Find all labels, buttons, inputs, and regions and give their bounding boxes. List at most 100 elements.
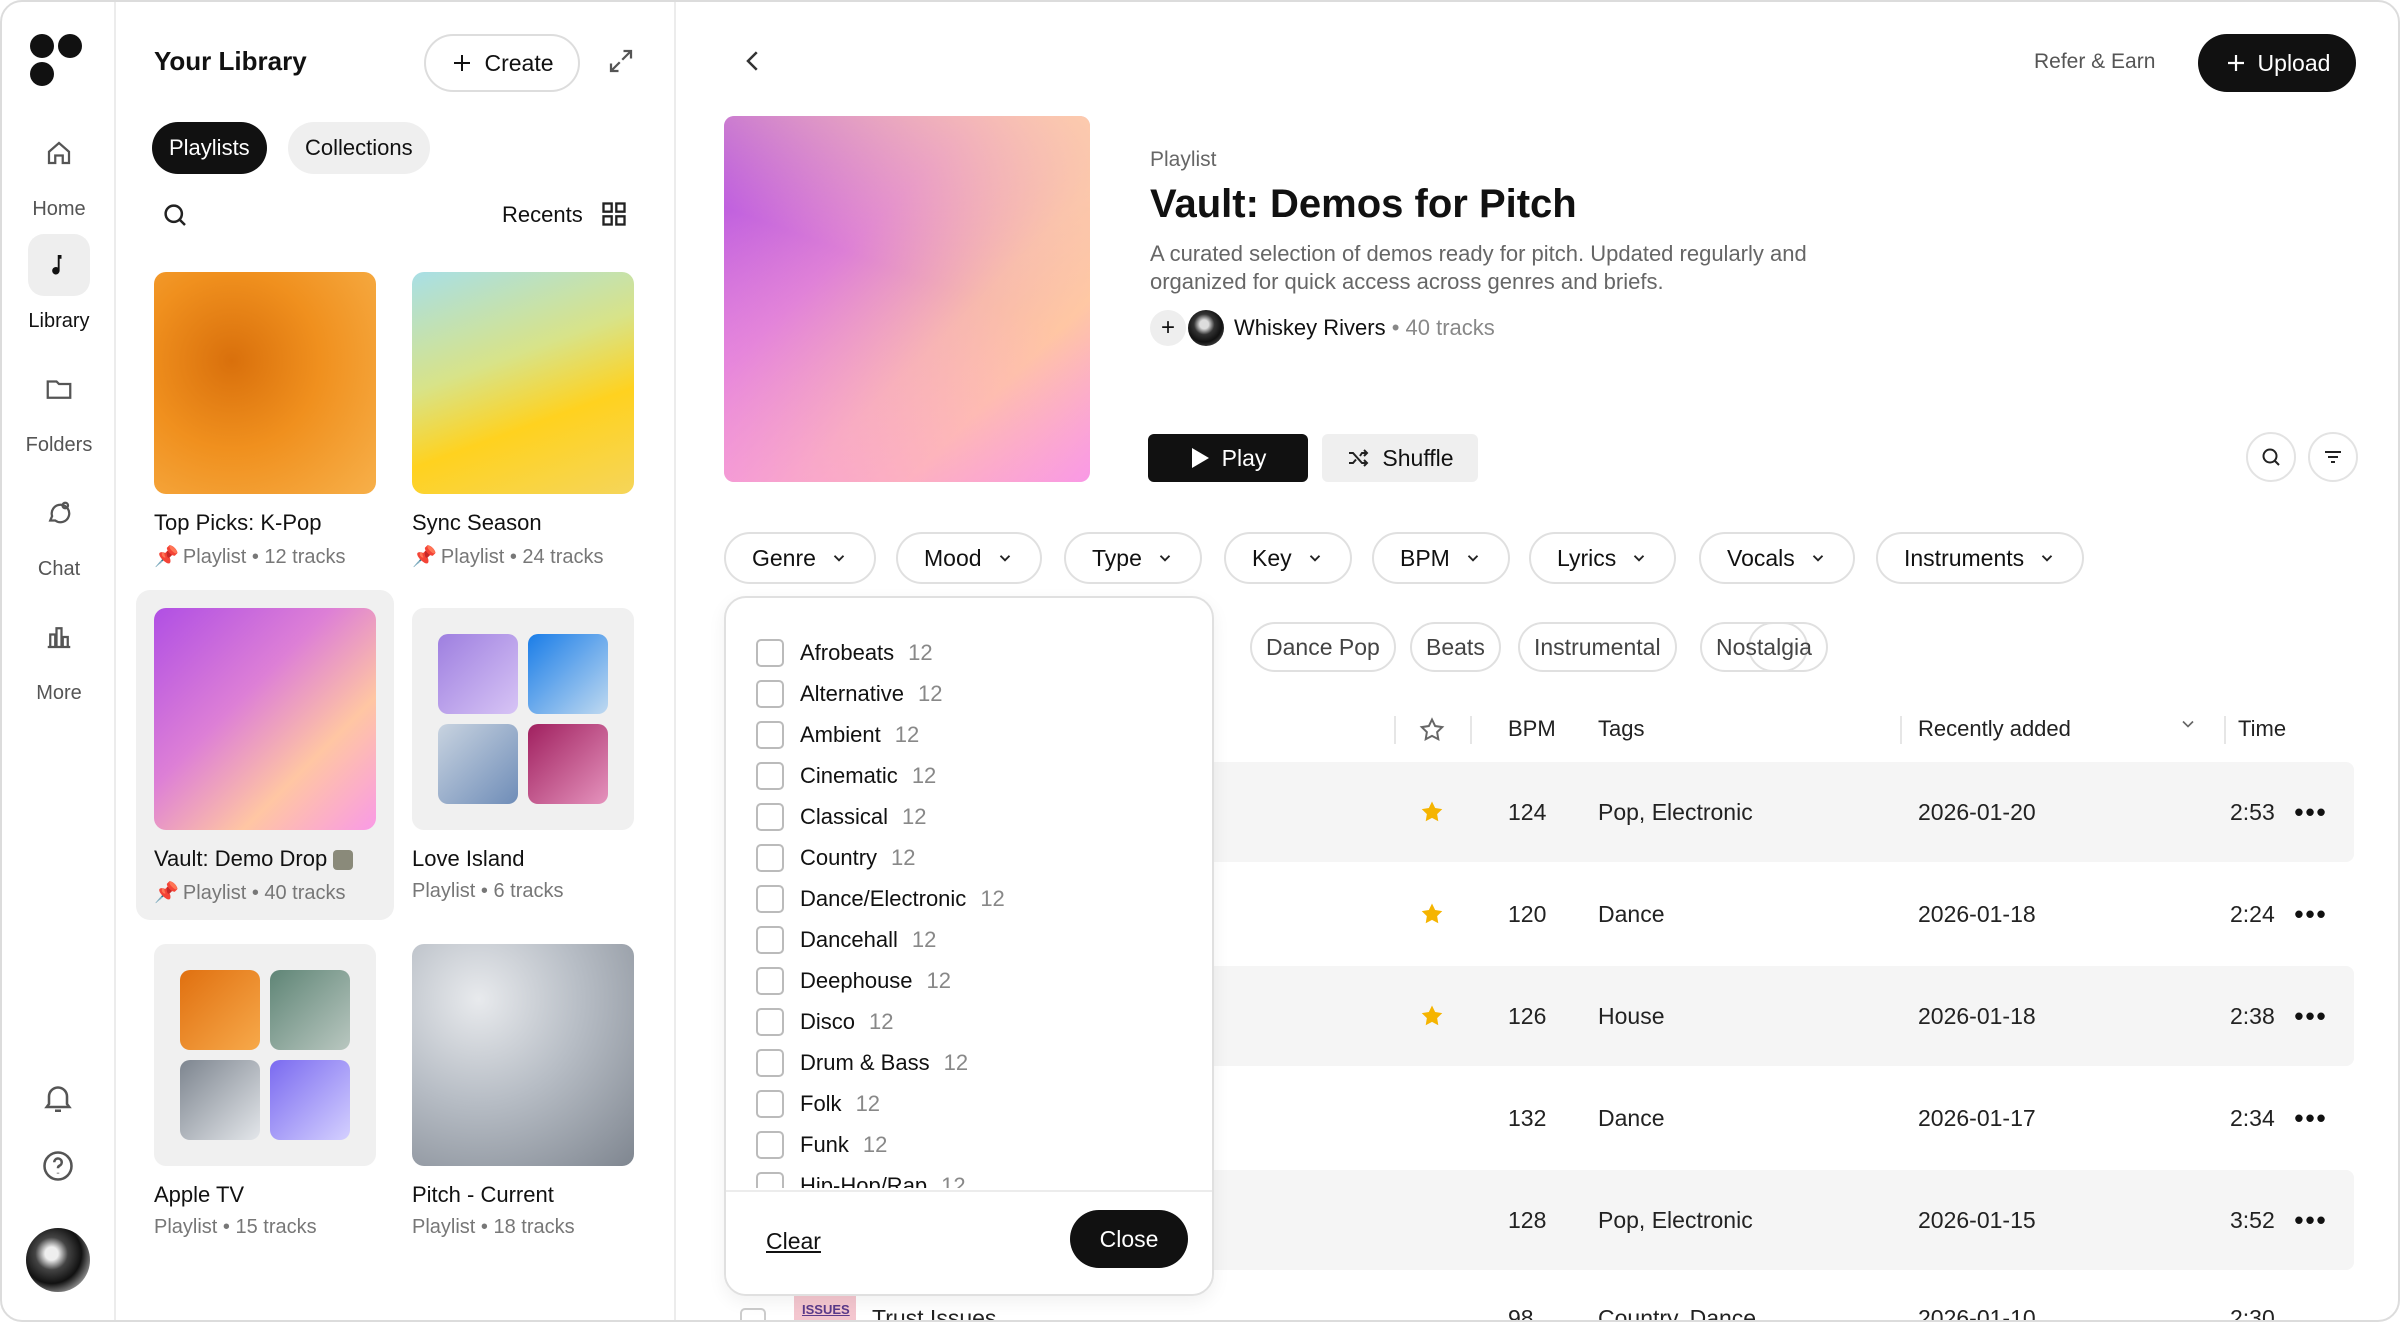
rail-item-more[interactable]: More [2,606,116,705]
more-options-icon[interactable]: ••• [2294,966,2326,1066]
cell-added: 2026-01-18 [1918,900,2036,927]
tab-collections[interactable]: Collections [288,122,430,174]
genre-option[interactable]: Deephouse 12 [756,960,951,1001]
star-filled-icon[interactable] [1418,966,1446,1066]
bell-icon[interactable] [40,1080,76,1116]
refer-earn-link[interactable]: Refer & Earn [2034,50,2155,74]
checkbox[interactable] [756,638,784,667]
more-options-icon[interactable]: ••• [2294,762,2326,862]
rail-item-label: Library [28,310,90,332]
bar-chart-icon [28,606,90,668]
back-chevron-icon[interactable] [738,46,768,76]
filter-genre[interactable]: Genre [724,532,876,584]
shuffle-button[interactable]: Shuffle [1322,434,1478,482]
checkbox[interactable] [756,1048,784,1077]
tab-playlists[interactable]: Playlists [152,122,267,174]
checkbox[interactable] [756,966,784,995]
star-filled-icon[interactable] [1418,762,1446,862]
column-header-bpm[interactable]: BPM [1508,716,1556,742]
tag-pill[interactable]: Beats [1410,622,1501,672]
grid-view-icon[interactable] [600,200,628,228]
genre-option[interactable]: Afrobeats 12 [756,632,933,673]
genre-option[interactable]: Funk 12 [756,1124,887,1165]
sort-recents[interactable]: Recents [502,202,583,228]
tag-pill[interactable]: Dance Pop [1250,622,1396,672]
upload-button[interactable]: Upload [2198,34,2356,92]
option-count: 12 [902,803,927,829]
playlist-card[interactable]: Love Island Playlist • 6 tracks [394,590,652,920]
checkbox[interactable] [756,720,784,749]
genre-option[interactable]: Hip-Hop/Rap 12 [756,1165,966,1188]
column-header-time[interactable]: Time [2238,716,2286,742]
genre-option[interactable]: Alternative 12 [756,673,942,714]
help-icon[interactable] [40,1148,76,1184]
playlist-card-selected[interactable]: Vault: Demo Drop 📌 Playlist • 40 tracks [136,590,394,920]
genre-option[interactable]: Disco 12 [756,1001,894,1042]
create-button[interactable]: Create [424,34,580,92]
column-header-recently-added[interactable]: Recently added [1918,716,2071,742]
more-options-icon[interactable]: ••• [2294,864,2326,964]
filter-type[interactable]: Type [1064,532,1202,584]
playlist-cover [154,608,376,830]
checkbox[interactable] [756,802,784,831]
search-icon[interactable] [160,200,190,230]
checkbox[interactable] [756,843,784,872]
tag-pill[interactable]: Nostalgia [1700,622,1828,672]
genre-option[interactable]: Folk 12 [756,1083,880,1124]
clear-button[interactable]: Clear [766,1228,821,1255]
genre-option[interactable]: Dance/Electronic 12 [756,878,1005,919]
app-logo[interactable] [30,32,86,88]
add-collaborator-icon[interactable]: + [1150,310,1186,346]
owner-name[interactable]: Whiskey Rivers [1234,315,1386,341]
filter-button[interactable] [2308,432,2358,482]
expand-icon[interactable] [606,46,636,76]
filter-key[interactable]: Key [1224,532,1352,584]
genre-option[interactable]: Drum & Bass 12 [756,1042,968,1083]
playlist-card[interactable]: Top Picks: K-Pop 📌 Playlist • 12 tracks [136,254,394,584]
filter-lyrics[interactable]: Lyrics [1529,532,1677,584]
cell-added: 2026-01-18 [1918,1002,2036,1029]
home-icon [28,122,90,184]
play-button[interactable]: Play [1148,434,1308,482]
genre-option[interactable]: Dancehall 12 [756,919,936,960]
filter-instruments[interactable]: Instruments [1876,532,2085,584]
rail-item-home[interactable]: Home [2,122,116,221]
option-count: 12 [855,1090,881,1116]
row-checkbox[interactable] [740,1308,766,1320]
user-avatar[interactable] [26,1228,90,1292]
checkbox[interactable] [756,1130,784,1159]
playlist-card[interactable]: Pitch - Current Playlist • 18 tracks [394,926,652,1256]
rail-item-chat[interactable]: Chat [2,482,116,581]
checkbox[interactable] [756,925,784,954]
checkbox[interactable] [756,1089,784,1118]
filter-mood[interactable]: Mood [896,532,1042,584]
card-title: Love Island [412,846,525,871]
checkbox[interactable] [756,1171,784,1188]
genre-option[interactable]: Classical 12 [756,796,927,837]
more-options-icon[interactable]: ••• [2294,1068,2326,1168]
rail-item-folders[interactable]: Folders [2,358,116,457]
more-options-icon[interactable]: ••• [2294,1170,2326,1270]
genre-option[interactable]: Country 12 [756,837,916,878]
genre-option[interactable]: Cinematic 12 [756,755,936,796]
rail-item-library[interactable]: Library [2,234,116,333]
checkbox[interactable] [756,679,784,708]
playlist-card[interactable]: Sync Season 📌 Playlist • 24 tracks [394,254,652,584]
checkbox[interactable] [756,1007,784,1036]
filter-vocals[interactable]: Vocals [1699,532,1855,584]
genre-option-list[interactable]: Afrobeats 12 Alternative 12 Ambient 12 Cine… [726,598,1212,1188]
sort-chevron-down-icon[interactable] [2178,714,2198,740]
star-filled-icon[interactable] [1418,864,1446,964]
playlist-card[interactable]: Apple TV Playlist • 15 tracks [136,926,394,1256]
checkbox[interactable] [756,761,784,790]
card-title: Vault: Demo Drop [154,846,328,871]
column-header-tags[interactable]: Tags [1598,716,1644,742]
filter-bpm[interactable]: BPM [1372,532,1510,584]
star-column-icon[interactable] [1418,716,1446,750]
option-count: 12 [941,1172,966,1189]
search-button[interactable] [2246,432,2296,482]
close-button[interactable]: Close [1070,1210,1188,1268]
checkbox[interactable] [756,884,784,913]
tag-pill[interactable]: Instrumental [1518,622,1677,672]
genre-option[interactable]: Ambient 12 [756,714,919,755]
